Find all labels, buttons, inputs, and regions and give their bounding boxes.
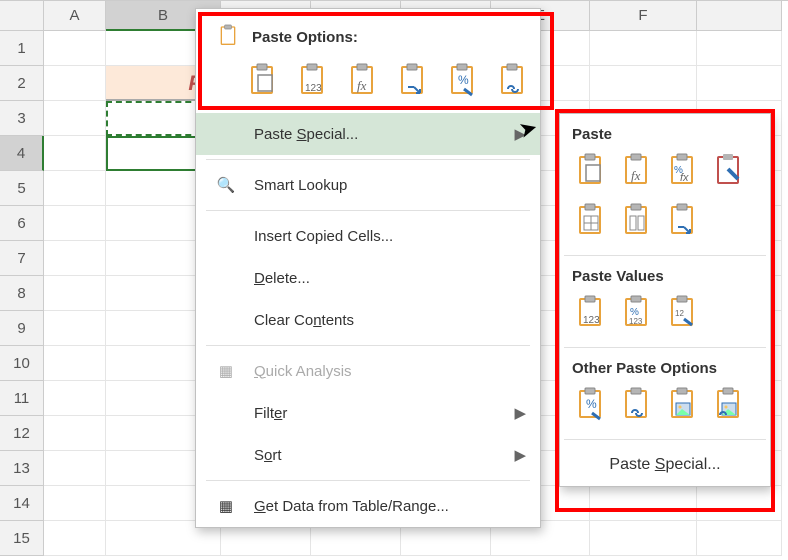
menu-smart-lookup[interactable]: 🔍 Smart Lookup bbox=[196, 164, 540, 206]
gallery-paste-no-borders-icon[interactable] bbox=[572, 201, 608, 241]
col-header[interactable] bbox=[697, 1, 782, 31]
gallery-paste-special-link[interactable]: Paste Special... bbox=[562, 450, 768, 476]
row-header[interactable]: 12 bbox=[0, 416, 44, 451]
paste-option-link-icon[interactable] bbox=[494, 61, 530, 101]
menu-insert-copied-cells[interactable]: Insert Copied Cells... bbox=[196, 215, 540, 257]
col-header[interactable]: A bbox=[44, 1, 106, 31]
row-header[interactable]: 6 bbox=[0, 206, 44, 241]
row-header[interactable]: 8 bbox=[0, 276, 44, 311]
gallery-other-linked-picture-icon[interactable] bbox=[710, 385, 746, 425]
paste-option-all-icon[interactable] bbox=[244, 61, 280, 101]
paste-special-gallery: Paste Paste Values Other Paste Options P… bbox=[559, 113, 771, 487]
quick-analysis-icon: ▦ bbox=[214, 362, 238, 380]
chevron-right-icon: ▶ bbox=[514, 404, 526, 422]
gallery-other-picture-icon[interactable] bbox=[664, 385, 700, 425]
gallery-paste-source-formatting-icon[interactable] bbox=[710, 151, 746, 191]
gallery-other-formatting-icon[interactable] bbox=[572, 385, 608, 425]
clipboard-icon bbox=[216, 23, 240, 51]
row-header[interactable]: 7 bbox=[0, 241, 44, 276]
menu-get-data-from-table[interactable]: ▦ Get Data from Table/Range... bbox=[196, 485, 540, 527]
menu-sort[interactable]: Sort ▶ bbox=[196, 434, 540, 476]
row-header[interactable]: 3 bbox=[0, 101, 44, 136]
context-menu: Paste Options: Paste Special... ▶ 🔍 Smar… bbox=[195, 8, 541, 528]
gallery-values-number-format-icon[interactable] bbox=[618, 293, 654, 333]
row-header[interactable]: 9 bbox=[0, 311, 44, 346]
paste-option-formulas-icon[interactable] bbox=[344, 61, 380, 101]
row-header[interactable]: 14 bbox=[0, 486, 44, 521]
row-header[interactable]: 11 bbox=[0, 381, 44, 416]
row-header[interactable]: 5 bbox=[0, 171, 44, 206]
chevron-right-icon: ▶ bbox=[514, 125, 526, 143]
gallery-paste-transpose-icon[interactable] bbox=[664, 201, 700, 241]
gallery-paste-column-widths-icon[interactable] bbox=[618, 201, 654, 241]
col-header[interactable]: F bbox=[590, 1, 697, 31]
menu-clear-contents[interactable]: Clear Contents bbox=[196, 299, 540, 341]
gallery-section-values: Paste Values bbox=[562, 266, 768, 293]
gallery-values-source-format-icon[interactable] bbox=[664, 293, 700, 333]
search-icon: 🔍 bbox=[214, 176, 238, 194]
paste-options-label: Paste Options: bbox=[252, 29, 358, 46]
row-header[interactable]: 10 bbox=[0, 346, 44, 381]
chevron-right-icon: ▶ bbox=[514, 446, 526, 464]
gallery-section-other: Other Paste Options bbox=[562, 358, 768, 385]
menu-quick-analysis: ▦ Quick Analysis bbox=[196, 350, 540, 392]
menu-delete[interactable]: Delete... bbox=[196, 257, 540, 299]
menu-filter[interactable]: Filter ▶ bbox=[196, 392, 540, 434]
gallery-section-paste: Paste bbox=[562, 124, 768, 151]
row-header[interactable]: 4 bbox=[0, 136, 44, 171]
row-header[interactable]: 1 bbox=[0, 31, 44, 66]
select-all-corner[interactable] bbox=[0, 1, 44, 31]
gallery-paste-all-icon[interactable] bbox=[572, 151, 608, 191]
paste-option-formatting-icon[interactable] bbox=[444, 61, 480, 101]
row-header[interactable]: 2 bbox=[0, 66, 44, 101]
gallery-paste-formulas-number-icon[interactable] bbox=[664, 151, 700, 191]
row-header[interactable]: 13 bbox=[0, 451, 44, 486]
paste-option-transpose-icon[interactable] bbox=[394, 61, 430, 101]
gallery-paste-formulas-icon[interactable] bbox=[618, 151, 654, 191]
gallery-other-link-icon[interactable] bbox=[618, 385, 654, 425]
gallery-values-icon[interactable] bbox=[572, 293, 608, 333]
table-icon: ▦ bbox=[214, 497, 238, 515]
paste-option-values-icon[interactable] bbox=[294, 61, 330, 101]
menu-paste-special[interactable]: Paste Special... ▶ bbox=[196, 113, 540, 155]
row-header[interactable]: 15 bbox=[0, 521, 44, 556]
